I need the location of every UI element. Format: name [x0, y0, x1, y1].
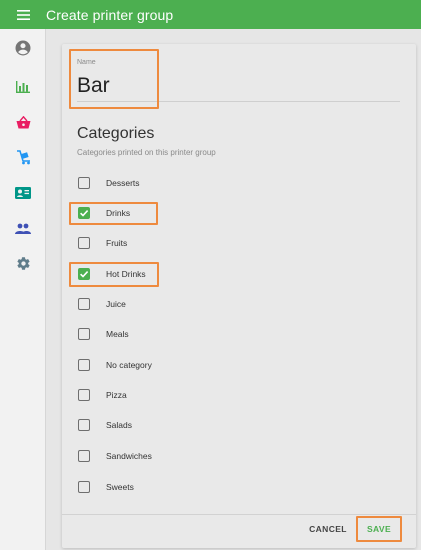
category-item-sweets[interactable]: Sweets: [77, 477, 317, 497]
checkbox-unchecked-icon[interactable]: [78, 419, 90, 431]
checkbox-unchecked-icon[interactable]: [78, 481, 90, 493]
sidebar: [0, 29, 46, 550]
save-button-highlight: [356, 516, 402, 542]
category-item-meals[interactable]: Meals: [77, 324, 317, 344]
account-circle-icon[interactable]: [0, 34, 46, 62]
category-item-pizza[interactable]: Pizza: [77, 385, 317, 405]
category-label: Desserts: [106, 178, 140, 188]
category-label: Salads: [106, 420, 132, 430]
shopping-basket-icon[interactable]: [0, 108, 46, 136]
category-item-desserts[interactable]: Desserts: [77, 173, 317, 193]
hot-drinks-highlight: [69, 262, 159, 287]
checkbox-unchecked-icon[interactable]: [78, 237, 90, 249]
cancel-button[interactable]: CANCEL: [306, 518, 350, 540]
categories-title: Categories: [77, 125, 155, 142]
checkbox-unchecked-icon[interactable]: [78, 298, 90, 310]
hamburger-menu-icon[interactable]: [0, 0, 46, 29]
category-item-sandwiches[interactable]: Sandwiches: [77, 446, 317, 466]
category-label: Fruits: [106, 238, 128, 248]
categories-subtitle: Categories printed on this printer group: [77, 148, 216, 157]
category-item-fruits[interactable]: Fruits: [77, 233, 317, 253]
people-icon[interactable]: [0, 214, 46, 242]
category-label: Meals: [106, 329, 129, 339]
bar-chart-icon[interactable]: [0, 73, 46, 101]
category-label: No category: [106, 360, 152, 370]
checkbox-unchecked-icon[interactable]: [78, 389, 90, 401]
checkbox-unchecked-icon[interactable]: [78, 328, 90, 340]
category-label: Pizza: [106, 390, 127, 400]
checkbox-unchecked-icon[interactable]: [78, 359, 90, 371]
category-item-no-category[interactable]: No category: [77, 355, 317, 375]
checkbox-unchecked-icon[interactable]: [78, 450, 90, 462]
category-label: Sweets: [106, 482, 134, 492]
checkbox-unchecked-icon[interactable]: [78, 177, 90, 189]
settings-gear-icon[interactable]: [0, 249, 46, 277]
drinks-highlight: [69, 202, 158, 225]
delivery-cart-icon[interactable]: [0, 143, 46, 171]
contact-card-icon[interactable]: [0, 179, 46, 207]
category-item-juice[interactable]: Juice: [77, 294, 317, 314]
category-label: Sandwiches: [106, 451, 152, 461]
name-field-highlight: [69, 49, 159, 109]
category-label: Juice: [106, 299, 126, 309]
page-title: Create printer group: [46, 6, 174, 23]
category-item-salads[interactable]: Salads: [77, 415, 317, 435]
footer-divider: [62, 514, 416, 515]
printer-group-form-card: Name Bar Categories Categories printed o…: [62, 44, 416, 548]
app-bar: Create printer group: [0, 0, 421, 29]
